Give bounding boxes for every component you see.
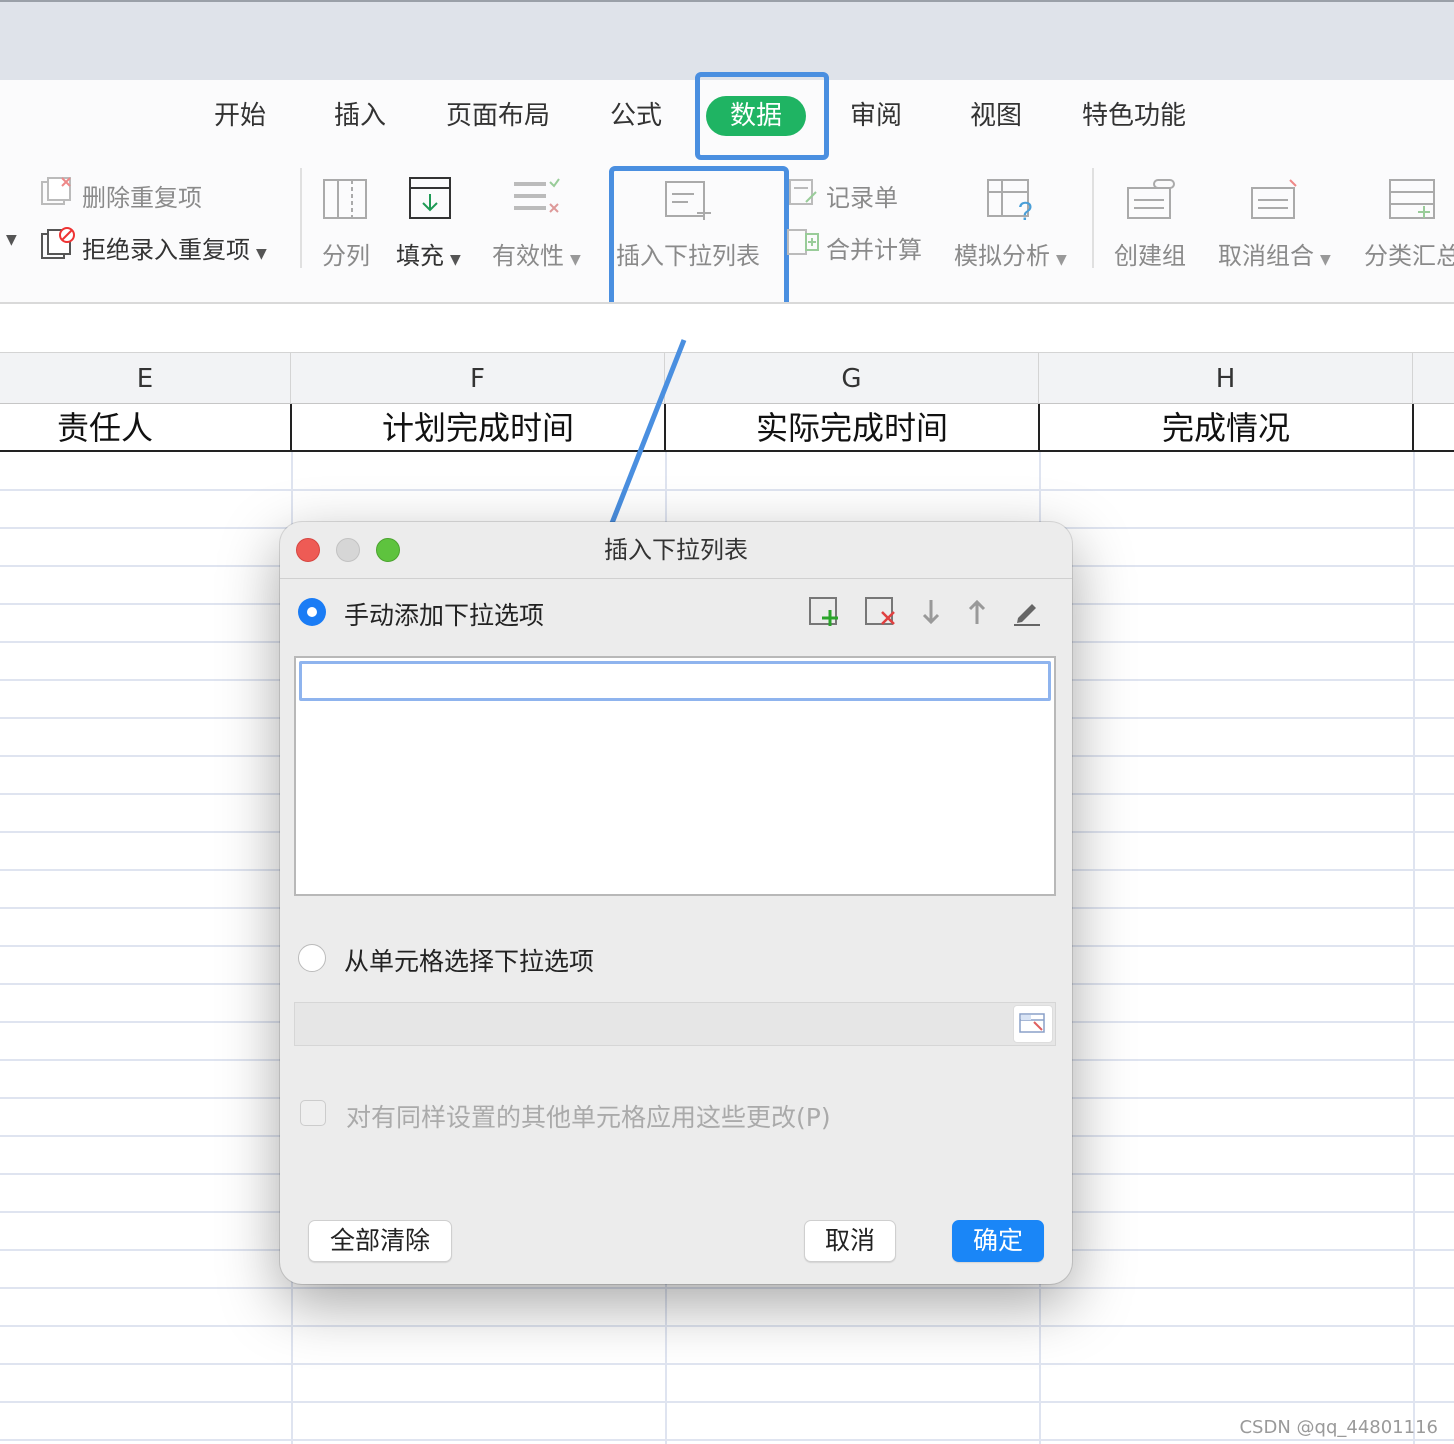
create-group-button[interactable]: 创建组 — [1114, 236, 1186, 271]
select-range-button[interactable] — [1013, 1005, 1053, 1043]
manual-option-radio[interactable] — [298, 598, 326, 626]
cancel-button[interactable]: 取消 — [804, 1220, 896, 1262]
ok-button[interactable]: 确定 — [952, 1220, 1044, 1262]
insert-dropdown-dialog: 插入下拉列表 手动添加下拉选项 从单元格选择下拉选项 对有同样设置的其他单元格应… — [280, 522, 1072, 1284]
dropdown-items-list[interactable] — [294, 656, 1056, 896]
subtotal-button[interactable]: 分类汇总 — [1364, 236, 1454, 271]
ungroup-icon — [1251, 179, 1297, 219]
ungroup-caret-icon: ▼ — [1320, 252, 1331, 268]
move-up-icon[interactable] — [966, 596, 988, 626]
fill-label: 填充 — [396, 242, 444, 270]
column-header-e[interactable]: E — [0, 352, 291, 404]
what-if-label: 模拟分析 — [954, 242, 1050, 270]
reject-duplicates-caret-icon: ▼ — [256, 246, 267, 262]
column-header-next[interactable] — [1413, 352, 1454, 404]
consolidate-button[interactable]: 合并计算 — [826, 230, 922, 265]
what-if-caret-icon: ▼ — [1056, 252, 1067, 268]
record-form-icon — [789, 179, 817, 205]
reject-duplicates-icon — [41, 227, 75, 259]
what-if-analysis-icon: ? — [987, 179, 1032, 222]
formula-bar[interactable] — [0, 302, 1454, 354]
left-caret-icon[interactable]: ▼ — [6, 232, 17, 248]
edit-item-icon[interactable] — [1012, 596, 1042, 626]
reject-duplicates-label: 拒绝录入重复项 — [82, 236, 250, 264]
tab-special-features[interactable]: 特色功能 — [1082, 90, 1186, 142]
header-cell-owner[interactable]: 责任人 — [0, 404, 292, 452]
tab-view[interactable]: 视图 — [970, 90, 1022, 142]
dialog-titlebar: 插入下拉列表 — [280, 522, 1072, 579]
tab-formula[interactable]: 公式 — [610, 90, 662, 142]
column-header-h[interactable]: H — [1039, 352, 1413, 404]
svg-text:?: ? — [1018, 196, 1032, 222]
move-down-icon[interactable] — [920, 598, 942, 628]
ungroup-button[interactable]: 取消组合 ▼ — [1218, 236, 1331, 271]
header-cell-status[interactable]: 完成情况 — [1040, 404, 1414, 452]
dialog-title: 插入下拉列表 — [604, 536, 748, 564]
window-top-band — [0, 0, 1454, 80]
add-item-icon[interactable] — [808, 596, 842, 628]
fill-caret-icon: ▼ — [450, 252, 461, 268]
validity-icon — [514, 178, 560, 213]
delete-duplicates-icon — [41, 177, 71, 205]
validity-button[interactable]: 有效性 ▼ — [492, 236, 581, 271]
grid-row-line — [0, 1439, 1454, 1441]
tab-review[interactable]: 审阅 — [850, 90, 902, 142]
toolbar-separator — [1092, 168, 1094, 268]
cell-option-label: 从单元格选择下拉选项 — [344, 947, 595, 976]
validity-label: 有效性 — [492, 242, 564, 270]
grid-column-line — [1413, 452, 1415, 1444]
grid-row-line — [0, 1363, 1454, 1365]
validity-caret-icon: ▼ — [570, 252, 581, 268]
grid-row-line — [0, 1401, 1454, 1403]
fill-icon — [409, 177, 451, 219]
select-range-icon — [1019, 1013, 1045, 1033]
grid-row-line — [0, 1325, 1454, 1327]
cell-option-radio[interactable] — [298, 944, 326, 972]
grid-row-line — [0, 1287, 1454, 1289]
what-if-analysis-button[interactable]: 模拟分析 ▼ — [954, 236, 1067, 271]
delete-item-icon[interactable] — [864, 596, 898, 628]
column-header-f[interactable]: F — [291, 352, 665, 404]
reject-duplicates-button[interactable]: 拒绝录入重复项 ▼ — [82, 230, 267, 265]
delete-duplicates-button[interactable]: 删除重复项 — [82, 178, 202, 213]
header-cell-actual-date[interactable]: 实际完成时间 — [666, 404, 1040, 452]
header-cell-next[interactable] — [1414, 404, 1454, 452]
create-group-icon — [1127, 179, 1175, 219]
dropdown-item-input[interactable] — [299, 661, 1051, 701]
consolidate-icon — [787, 229, 819, 255]
toolbar-separator — [300, 168, 302, 268]
column-header-g[interactable]: G — [665, 352, 1039, 404]
tab-insert[interactable]: 插入 — [334, 90, 386, 142]
apply-to-similar-label: 对有同样设置的其他单元格应用这些更改(P) — [346, 1103, 831, 1132]
subtotal-icon — [1389, 179, 1435, 219]
fill-button[interactable]: 填充 ▼ — [396, 236, 461, 271]
tab-home[interactable]: 开始 — [214, 90, 266, 142]
header-cell-planned-date[interactable]: 计划完成时间 — [292, 404, 666, 452]
watermark: CSDN @qq_44801116 — [1239, 1417, 1438, 1438]
apply-to-similar-checkbox[interactable] — [300, 1100, 326, 1126]
insert-dropdown-highlight-box — [609, 166, 789, 318]
split-column-button[interactable]: 分列 — [322, 236, 370, 271]
clear-all-button[interactable]: 全部清除 — [308, 1220, 452, 1262]
grid-row-line — [0, 489, 1454, 491]
split-column-icon — [323, 179, 367, 219]
record-form-button[interactable]: 记录单 — [826, 178, 898, 213]
tab-page-layout[interactable]: 页面布局 — [446, 90, 550, 142]
data-tab-highlight-box — [695, 72, 829, 160]
cell-range-input[interactable] — [294, 1002, 1056, 1046]
manual-option-label: 手动添加下拉选项 — [344, 601, 545, 630]
ungroup-label: 取消组合 — [1218, 242, 1314, 270]
